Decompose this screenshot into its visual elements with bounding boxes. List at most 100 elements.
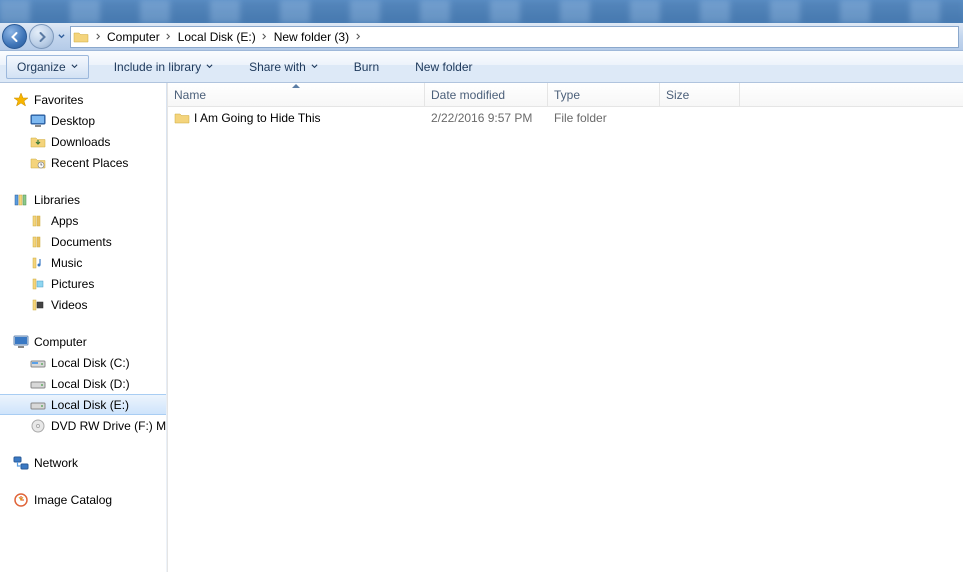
forward-button[interactable] bbox=[29, 24, 54, 49]
folder-icon bbox=[174, 110, 190, 126]
downloads-icon bbox=[30, 134, 46, 150]
new-folder-button[interactable]: New folder bbox=[404, 55, 483, 79]
column-label: Date modified bbox=[431, 88, 505, 102]
main-area: Favorites Desktop Downloads Recent Place… bbox=[0, 83, 963, 572]
sidebar-item-apps[interactable]: Apps bbox=[0, 210, 167, 231]
breadcrumb-segment-folder[interactable]: New folder (3) bbox=[270, 27, 353, 47]
sidebar-item-computer[interactable]: Computer bbox=[0, 331, 167, 352]
sidebar-item-label: Downloads bbox=[51, 135, 110, 149]
column-name[interactable]: Name bbox=[168, 83, 425, 106]
burn-label: Burn bbox=[354, 60, 379, 74]
chevron-down-icon bbox=[206, 63, 213, 70]
sidebar-item-drive-e[interactable]: Local Disk (E:) bbox=[0, 394, 167, 415]
sidebar-item-label: Pictures bbox=[51, 277, 94, 291]
sidebar-item-label: Computer bbox=[34, 335, 87, 349]
back-arrow-icon bbox=[9, 31, 21, 43]
network-icon bbox=[13, 455, 29, 471]
column-date[interactable]: Date modified bbox=[425, 83, 548, 106]
sidebar-item-label: Music bbox=[51, 256, 82, 270]
sidebar-item-label: Network bbox=[34, 456, 78, 470]
address-bar: Computer Local Disk (E:) New folder (3) bbox=[0, 23, 963, 51]
forward-arrow-icon bbox=[36, 31, 48, 43]
breadcrumb[interactable]: Computer Local Disk (E:) New folder (3) bbox=[70, 26, 959, 48]
library-icon bbox=[30, 234, 46, 250]
file-type: File folder bbox=[554, 111, 607, 125]
share-with-button[interactable]: Share with bbox=[238, 55, 329, 79]
library-icon bbox=[30, 213, 46, 229]
chevron-down-icon bbox=[58, 33, 65, 40]
drive-icon bbox=[30, 397, 46, 413]
organize-label: Organize bbox=[17, 60, 66, 74]
libraries-icon bbox=[13, 192, 29, 208]
file-date: 2/22/2016 9:57 PM bbox=[431, 111, 532, 125]
file-list: Name Date modified Type Size I Am Going … bbox=[168, 83, 963, 572]
sidebar-item-dvd-drive[interactable]: DVD RW Drive (F:) M bbox=[0, 415, 167, 436]
burn-button[interactable]: Burn bbox=[343, 55, 390, 79]
catalog-icon bbox=[13, 492, 29, 508]
sidebar-item-label: Libraries bbox=[34, 193, 80, 207]
breadcrumb-segment-drive[interactable]: Local Disk (E:) bbox=[174, 27, 260, 47]
sidebar-item-downloads[interactable]: Downloads bbox=[0, 131, 167, 152]
drive-icon bbox=[30, 355, 46, 371]
drive-icon bbox=[30, 376, 46, 392]
column-label: Size bbox=[666, 88, 689, 102]
videos-icon bbox=[30, 297, 46, 313]
sidebar-item-label: Recent Places bbox=[51, 156, 128, 170]
sidebar-item-label: Image Catalog bbox=[34, 493, 112, 507]
sidebar-item-drive-d[interactable]: Local Disk (D:) bbox=[0, 373, 167, 394]
sidebar-item-label: Favorites bbox=[34, 93, 83, 107]
favorites-group: Favorites Desktop Downloads Recent Place… bbox=[0, 89, 167, 173]
sidebar-item-label: DVD RW Drive (F:) M bbox=[51, 419, 166, 433]
column-label: Type bbox=[554, 88, 580, 102]
column-label: Name bbox=[174, 88, 206, 102]
sidebar-item-libraries[interactable]: Libraries bbox=[0, 189, 167, 210]
sidebar-item-label: Local Disk (C:) bbox=[51, 356, 130, 370]
sidebar-item-videos[interactable]: Videos bbox=[0, 294, 167, 315]
file-date-cell: 2/22/2016 9:57 PM bbox=[425, 111, 548, 125]
file-type-cell: File folder bbox=[548, 111, 660, 125]
recent-icon bbox=[30, 155, 46, 171]
breadcrumb-segment-computer[interactable]: Computer bbox=[103, 27, 164, 47]
sidebar-item-label: Apps bbox=[51, 214, 78, 228]
path-root-arrow[interactable] bbox=[93, 27, 103, 47]
sidebar-item-image-catalog[interactable]: Image Catalog bbox=[0, 489, 167, 510]
toolbar: Organize Include in library Share with B… bbox=[0, 51, 963, 83]
sidebar-item-label: Local Disk (E:) bbox=[51, 398, 129, 412]
back-button[interactable] bbox=[2, 24, 27, 49]
desktop-taskbar-strip bbox=[0, 0, 963, 23]
include-label: Include in library bbox=[114, 60, 201, 74]
imagecatalog-group: Image Catalog bbox=[0, 489, 167, 510]
computer-group: Computer Local Disk (C:) Local Disk (D:)… bbox=[0, 331, 167, 436]
sidebar-item-network[interactable]: Network bbox=[0, 452, 167, 473]
sidebar-item-music[interactable]: Music bbox=[0, 252, 167, 273]
sidebar-item-pictures[interactable]: Pictures bbox=[0, 273, 167, 294]
star-icon bbox=[13, 92, 29, 108]
sidebar-item-label: Videos bbox=[51, 298, 87, 312]
path-arrow[interactable] bbox=[260, 27, 270, 47]
path-arrow[interactable] bbox=[353, 27, 363, 47]
column-size[interactable]: Size bbox=[660, 83, 740, 106]
path-arrow[interactable] bbox=[164, 27, 174, 47]
chevron-down-icon bbox=[311, 63, 318, 70]
folder-icon bbox=[73, 29, 89, 45]
file-name-cell: I Am Going to Hide This bbox=[168, 110, 425, 126]
share-label: Share with bbox=[249, 60, 306, 74]
navigation-pane: Favorites Desktop Downloads Recent Place… bbox=[0, 83, 168, 572]
pictures-icon bbox=[30, 276, 46, 292]
file-row[interactable]: I Am Going to Hide This 2/22/2016 9:57 P… bbox=[168, 107, 963, 129]
sidebar-item-documents[interactable]: Documents bbox=[0, 231, 167, 252]
organize-button[interactable]: Organize bbox=[6, 55, 89, 79]
sidebar-item-favorites[interactable]: Favorites bbox=[0, 89, 167, 110]
sidebar-item-label: Desktop bbox=[51, 114, 95, 128]
include-in-library-button[interactable]: Include in library bbox=[103, 55, 224, 79]
column-type[interactable]: Type bbox=[548, 83, 660, 106]
sidebar-item-drive-c[interactable]: Local Disk (C:) bbox=[0, 352, 167, 373]
libraries-group: Libraries Apps Documents Music Pictures … bbox=[0, 189, 167, 315]
sidebar-item-recent-places[interactable]: Recent Places bbox=[0, 152, 167, 173]
sidebar-item-label: Local Disk (D:) bbox=[51, 377, 130, 391]
sidebar-item-label: Documents bbox=[51, 235, 112, 249]
desktop-icon bbox=[30, 113, 46, 129]
sidebar-item-desktop[interactable]: Desktop bbox=[0, 110, 167, 131]
newfolder-label: New folder bbox=[415, 60, 472, 74]
nav-history-dropdown[interactable] bbox=[56, 27, 66, 47]
